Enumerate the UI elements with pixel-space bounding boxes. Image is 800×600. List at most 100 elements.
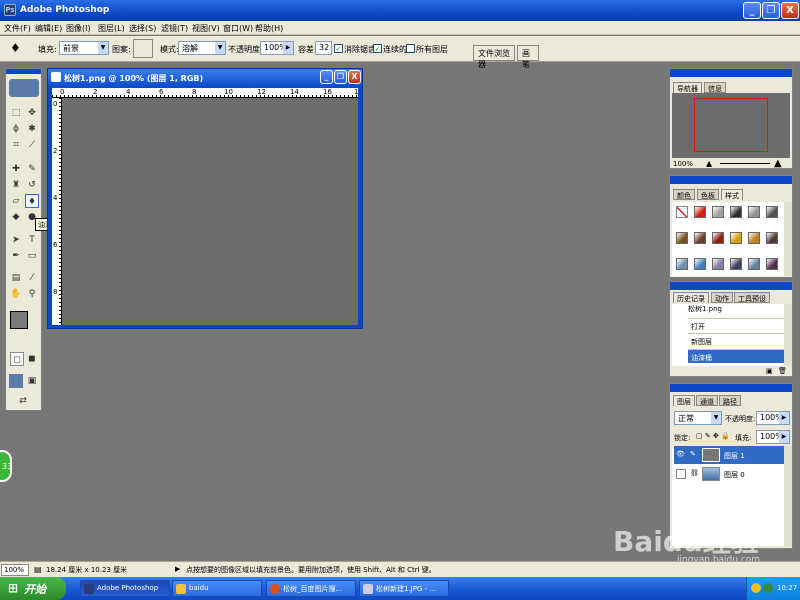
path-selection-icon[interactable]: ➤ — [9, 233, 23, 247]
menu-layer[interactable]: 图层(L) — [98, 23, 125, 34]
layer-fill-input[interactable]: 100% ▶ — [756, 430, 790, 444]
restore-button[interactable]: ❐ — [762, 2, 780, 19]
tab-paths[interactable]: 路径 — [719, 395, 741, 406]
magic-wand-icon[interactable]: ✱ — [25, 122, 39, 136]
marquee-tool-icon[interactable]: ⬚ — [9, 106, 23, 120]
layer-row[interactable]: ⛓ 图层 0 — [674, 465, 784, 483]
eraser-tool-icon[interactable]: ▱ — [9, 194, 23, 208]
style-swatch[interactable] — [712, 258, 724, 270]
style-swatch[interactable] — [712, 232, 724, 244]
start-button[interactable]: ⊞ 开始 — [0, 577, 66, 600]
taskbar-item-paint[interactable]: 松树新建1.JPG - ... — [359, 580, 449, 597]
panel-header[interactable] — [670, 384, 792, 392]
healing-brush-icon[interactable]: ✚ — [9, 162, 23, 176]
menu-image[interactable]: 图像(I) — [66, 23, 91, 34]
pattern-picker[interactable] — [133, 39, 153, 58]
style-swatch[interactable] — [766, 232, 778, 244]
style-swatch[interactable] — [712, 206, 724, 218]
all-layers-checkbox[interactable] — [406, 44, 415, 53]
style-swatch[interactable] — [748, 232, 760, 244]
taskbar-item-baidu[interactable]: baidu — [172, 580, 262, 597]
minimize-button[interactable]: _ — [743, 2, 761, 19]
file-browser-tab[interactable]: 文件浏览器 — [473, 45, 515, 69]
tab-color[interactable]: 颜色 — [673, 189, 695, 200]
style-swatch[interactable] — [676, 258, 688, 270]
chain-icon[interactable]: ⛓ — [690, 469, 699, 477]
eye-icon[interactable]: 👁 — [676, 450, 685, 458]
style-swatch[interactable] — [730, 232, 742, 244]
style-swatch[interactable] — [748, 206, 760, 218]
crop-tool-icon[interactable]: ⌗ — [9, 138, 23, 152]
lock-icons[interactable]: ▢ ✎ ✥ 🔒 — [696, 432, 730, 440]
quick-mask-icon[interactable]: ◼ — [25, 352, 39, 366]
status-zoom[interactable]: 100% — [1, 564, 29, 576]
floating-badge[interactable]: 33 — [0, 450, 12, 482]
menu-window[interactable]: 窗口(W) — [223, 23, 253, 34]
photoshop-eye-logo[interactable] — [9, 79, 39, 97]
menu-edit[interactable]: 编辑(E) — [35, 23, 62, 34]
notes-tool-icon[interactable]: ▤ — [9, 271, 23, 285]
zoom-slider[interactable] — [720, 163, 770, 164]
tab-history[interactable]: 历史记录 — [673, 292, 709, 303]
styles-scrollbar[interactable] — [784, 202, 792, 276]
standard-mode-icon[interactable]: ◻ — [10, 352, 24, 366]
layer-opacity-input[interactable]: 100% ▶ — [756, 411, 790, 425]
menu-help[interactable]: 帮助(H) — [255, 23, 283, 34]
style-swatch[interactable] — [730, 258, 742, 270]
paint-bucket-tool-icon[interactable]: ♦ — [25, 194, 39, 208]
clock[interactable]: 10:27 — [777, 584, 797, 592]
pen-tool-icon[interactable]: ✒ — [9, 249, 23, 263]
screen-mode-full-icon[interactable]: ▣ — [25, 374, 39, 388]
new-snapshot-icon[interactable]: ▣ — [766, 367, 773, 375]
style-swatch[interactable] — [766, 258, 778, 270]
visibility-box[interactable] — [676, 469, 686, 479]
brush-link-icon[interactable]: ✎ — [690, 450, 696, 458]
tab-swatches[interactable]: 色板 — [697, 189, 719, 200]
navigator-view-box[interactable] — [694, 98, 768, 152]
opacity-input[interactable]: 100% ▶ — [260, 41, 294, 55]
clone-stamp-icon[interactable]: ♜ — [9, 178, 23, 192]
lasso-tool-icon[interactable]: ϕ — [9, 122, 23, 136]
tab-actions[interactable]: 动作 — [711, 292, 733, 303]
style-swatch[interactable] — [694, 258, 706, 270]
zoom-in-icon[interactable]: ▲ — [774, 158, 782, 169]
screen-mode-icon[interactable] — [9, 374, 23, 388]
move-tool-icon[interactable]: ✥ — [25, 106, 39, 120]
menu-view[interactable]: 视图(V) — [192, 23, 220, 34]
blend-mode-select[interactable]: 正常 ▼ — [674, 411, 722, 425]
doc-minimize-button[interactable]: _ — [320, 70, 333, 84]
paint-bucket-icon[interactable]: ♦ — [10, 41, 21, 55]
contiguous-checkbox[interactable]: ✓ — [373, 44, 382, 53]
arrow-icon[interactable]: ▶ — [175, 565, 180, 573]
style-swatch[interactable] — [766, 206, 778, 218]
fill-select[interactable]: 前景 ▼ — [59, 41, 109, 55]
tab-navigator[interactable]: 导航器 — [673, 82, 702, 93]
style-swatch[interactable] — [676, 232, 688, 244]
layer-row[interactable]: 👁 ✎ 图层 1 — [674, 446, 784, 464]
menu-filter[interactable]: 滤镜(T) — [161, 23, 188, 34]
document-title-bar[interactable]: 松树1.png @ 100% (图层 1, RGB) _ ❐ X — [48, 69, 362, 88]
panel-header[interactable] — [670, 69, 792, 77]
style-swatch[interactable] — [730, 206, 742, 218]
vertical-ruler[interactable]: 0 2 4 6 8 — [52, 98, 62, 325]
history-item[interactable]: 打开 — [688, 318, 784, 332]
antialias-checkbox[interactable]: ✓ — [334, 44, 343, 53]
history-brush-icon[interactable]: ↺ — [25, 178, 39, 192]
tab-info[interactable]: 信息 — [704, 82, 726, 93]
tab-layers[interactable]: 图层 — [673, 395, 695, 406]
shape-tool-icon[interactable]: ▭ — [25, 249, 39, 263]
hand-tool-icon[interactable]: ✋ — [9, 287, 23, 301]
doc-close-button[interactable]: X — [348, 70, 361, 84]
brushes-tab[interactable]: 画笔 — [517, 45, 539, 69]
style-swatch[interactable] — [694, 232, 706, 244]
trash-icon[interactable]: 🗑 — [778, 367, 787, 375]
blur-tool-icon[interactable]: ◆ — [9, 210, 23, 224]
zoom-tool-icon[interactable]: ⚲ — [25, 287, 39, 301]
style-none[interactable] — [676, 206, 688, 218]
history-scrollbar[interactable] — [784, 304, 792, 366]
menu-select[interactable]: 选择(S) — [129, 23, 156, 34]
image-canvas[interactable] — [62, 98, 358, 325]
panel-header[interactable] — [670, 282, 792, 290]
type-tool-icon[interactable]: T — [25, 233, 39, 247]
jump-to-imageready-icon[interactable]: ⇄ — [9, 394, 37, 408]
